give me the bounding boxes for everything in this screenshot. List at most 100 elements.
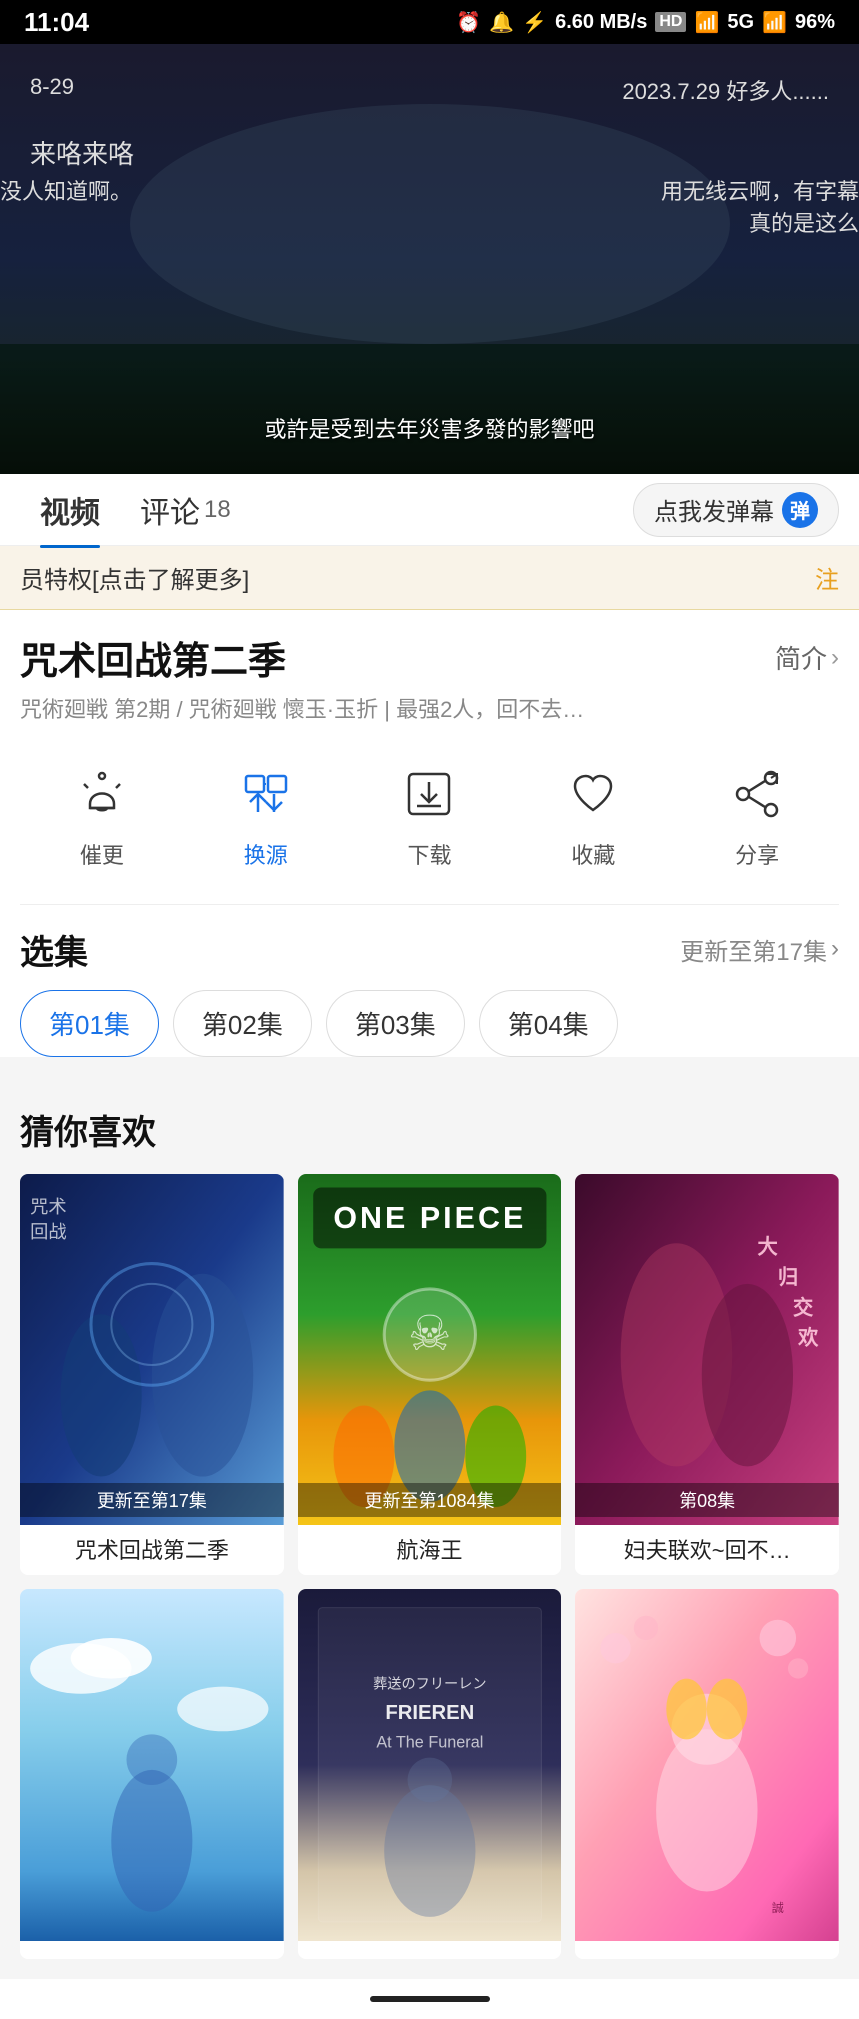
recommend-item-3[interactable]: 大 归 交 欢 第08集 妇夫联欢~回不… — [575, 1174, 839, 1576]
svg-text:咒术: 咒术 — [30, 1196, 67, 1217]
episode-section-title: 选集 — [20, 925, 88, 974]
action-urge-btn[interactable]: 催更 — [20, 760, 184, 870]
anime3-name — [575, 1941, 839, 1959]
svg-text:誠: 誠 — [772, 1901, 784, 1915]
action-source-btn[interactable]: 换源 — [184, 760, 348, 870]
jujutsu-name: 咒术回战第二季 — [20, 1525, 284, 1575]
episode-pill-3[interactable]: 第03集 — [326, 990, 465, 1057]
video-comment-2: 2023.7.29 好多人...... — [622, 74, 829, 106]
recommend-thumb-1: 咒术 回战 更新至第17集 — [20, 1174, 284, 1526]
sky-name — [20, 1941, 284, 1959]
status-icons: ⏰ 🔔 ⚡ 6.60 MB/s HD 📶 5G 📶 96% — [456, 10, 835, 35]
chevron-right-icon: › — [831, 644, 839, 672]
onepiece-badge: 更新至第1084集 — [298, 1483, 562, 1517]
svg-text:交: 交 — [793, 1295, 814, 1319]
sky-thumb — [20, 1589, 284, 1941]
recommend-thumb-2: ONE PIECE ☠ 更新至第1084集 — [298, 1174, 562, 1526]
status-time: 11:04 — [24, 7, 89, 38]
vip-banner[interactable]: 员特权[点击了解更多] 注 — [0, 546, 859, 610]
video-background: 8-29 2023.7.29 好多人...... 来咯来咯 没人知道啊。 用无线… — [0, 44, 859, 474]
tab-comment[interactable]: 评论 18 — [120, 472, 251, 548]
danmu-label: 点我发弹幕 — [654, 492, 774, 527]
vip-banner-text: 员特权[点击了解更多] — [20, 560, 249, 595]
share-icon — [723, 760, 791, 828]
recommend-item-5[interactable]: 葬送のフリーレン FRIEREN At The Funeral — [298, 1589, 562, 1959]
tab-video[interactable]: 视频 — [20, 472, 120, 548]
adult-badge: 第08集 — [575, 1483, 839, 1517]
recommend-thumb-3: 大 归 交 欢 第08集 — [575, 1174, 839, 1526]
video-comment-3: 来咯来咯 — [30, 134, 134, 171]
battery: 96% — [795, 11, 835, 34]
jujutsu-badge: 更新至第17集 — [20, 1483, 284, 1517]
tab-bar: 视频 评论 18 点我发弹幕 弹 — [0, 474, 859, 546]
recommend-thumb-5: 葬送のフリーレン FRIEREN At The Funeral — [298, 1589, 562, 1941]
recommend-title: 猜你喜欢 — [20, 1105, 839, 1154]
adult-thumb: 大 归 交 欢 — [575, 1174, 839, 1526]
episode-pill-2[interactable]: 第02集 — [173, 990, 312, 1057]
episode-more-chevron: › — [831, 935, 839, 963]
svg-text:☠: ☠ — [408, 1307, 452, 1361]
bluetooth-icon: ⚡ — [522, 10, 547, 35]
episode-more-text: 更新至第17集 — [680, 932, 827, 967]
switch-icon — [232, 760, 300, 828]
divider — [20, 904, 839, 905]
bell-icon — [68, 760, 136, 828]
vip-register-text[interactable]: 注 — [815, 560, 839, 595]
recommend-grid: 咒术 回战 更新至第17集 咒术回战第二季 — [20, 1174, 839, 1959]
video-comment-5: 用无线云啊，有字幕真的是这么 — [661, 174, 859, 238]
jujutsu-thumb: 咒术 回战 — [20, 1174, 284, 1526]
signal-bars: 📶 — [762, 10, 787, 35]
action-share-btn[interactable]: 分享 — [675, 760, 839, 870]
action-download-btn[interactable]: 下载 — [348, 760, 512, 870]
svg-text:欢: 欢 — [797, 1325, 819, 1349]
adult-name: 妇夫联欢~回不… — [575, 1525, 839, 1575]
recommend-thumb-4 — [20, 1589, 284, 1941]
urge-label: 催更 — [80, 838, 124, 870]
share-label: 分享 — [735, 838, 779, 870]
recommend-item-2[interactable]: ONE PIECE ☠ 更新至第1084集 航海王 — [298, 1174, 562, 1576]
download-icon — [395, 760, 463, 828]
intro-label: 简介 — [775, 639, 827, 676]
episode-section-header: 选集 更新至第17集 › — [20, 925, 839, 974]
action-favorite-btn[interactable]: 收藏 — [511, 760, 675, 870]
intro-button[interactable]: 简介 › — [775, 639, 839, 676]
recommend-thumb-6: 誠 — [575, 1589, 839, 1941]
network-speed: 6.60 MB/s — [555, 11, 647, 34]
signal-5g: 5G — [727, 11, 754, 34]
heart-icon — [559, 760, 627, 828]
danmu-button[interactable]: 点我发弹幕 弹 — [633, 483, 839, 537]
video-comment-4: 没人知道啊。 — [0, 174, 132, 206]
video-comment-1: 8-29 — [30, 74, 74, 100]
wifi-icon: 📶 — [694, 10, 719, 35]
danmu-icon: 弹 — [782, 492, 818, 528]
frieren-name — [298, 1941, 562, 1959]
favorite-label: 收藏 — [571, 838, 615, 870]
download-label: 下载 — [407, 838, 451, 870]
frieren-thumb: 葬送のフリーレン FRIEREN At The Funeral — [298, 1589, 562, 1941]
bottom-bar — [0, 1979, 859, 2019]
recommend-section: 猜你喜欢 — [0, 1085, 859, 1979]
episode-pill-4[interactable]: 第04集 — [479, 990, 618, 1057]
status-bar: 11:04 ⏰ 🔔 ⚡ 6.60 MB/s HD 📶 5G 📶 96% — [0, 0, 859, 44]
action-buttons: 催更 换源 — [20, 750, 839, 880]
home-indicator — [370, 1996, 490, 2002]
recommend-item-6[interactable]: 誠 — [575, 1589, 839, 1959]
svg-text:FRIEREN: FRIEREN — [385, 1703, 474, 1725]
svg-text:葬送のフリーレン: 葬送のフリーレン — [373, 1677, 487, 1693]
episode-pill-1[interactable]: 第01集 — [20, 990, 159, 1057]
mute-icon: 🔔 — [489, 10, 514, 35]
recommend-item-4[interactable] — [20, 1589, 284, 1959]
episode-more-btn[interactable]: 更新至第17集 › — [680, 932, 839, 967]
video-subtitle: 或許是受到去年災害多發的影響吧 — [264, 412, 594, 444]
svg-text:大: 大 — [758, 1234, 779, 1258]
anime-title-row: 咒术回战第二季 简介 › — [20, 630, 839, 685]
episode-info: 咒術廻戦 第2期 / 咒術廻戦 懷玉·玉折 | 最强2人，回不去… — [20, 695, 839, 726]
anime-title: 咒术回战第二季 — [20, 630, 286, 685]
source-label: 换源 — [244, 838, 288, 870]
recommend-item-1[interactable]: 咒术 回战 更新至第17集 咒术回战第二季 — [20, 1174, 284, 1576]
hd-badge: HD — [655, 12, 686, 32]
content-area: 咒术回战第二季 简介 › 咒術廻戦 第2期 / 咒術廻戦 懷玉·玉折 | 最强2… — [0, 610, 859, 1057]
episode-pills: 第01集 第02集 第03集 第04集 — [20, 990, 839, 1057]
svg-text:ONE PIECE: ONE PIECE — [333, 1201, 526, 1235]
video-player[interactable]: 8-29 2023.7.29 好多人...... 来咯来咯 没人知道啊。 用无线… — [0, 44, 859, 474]
